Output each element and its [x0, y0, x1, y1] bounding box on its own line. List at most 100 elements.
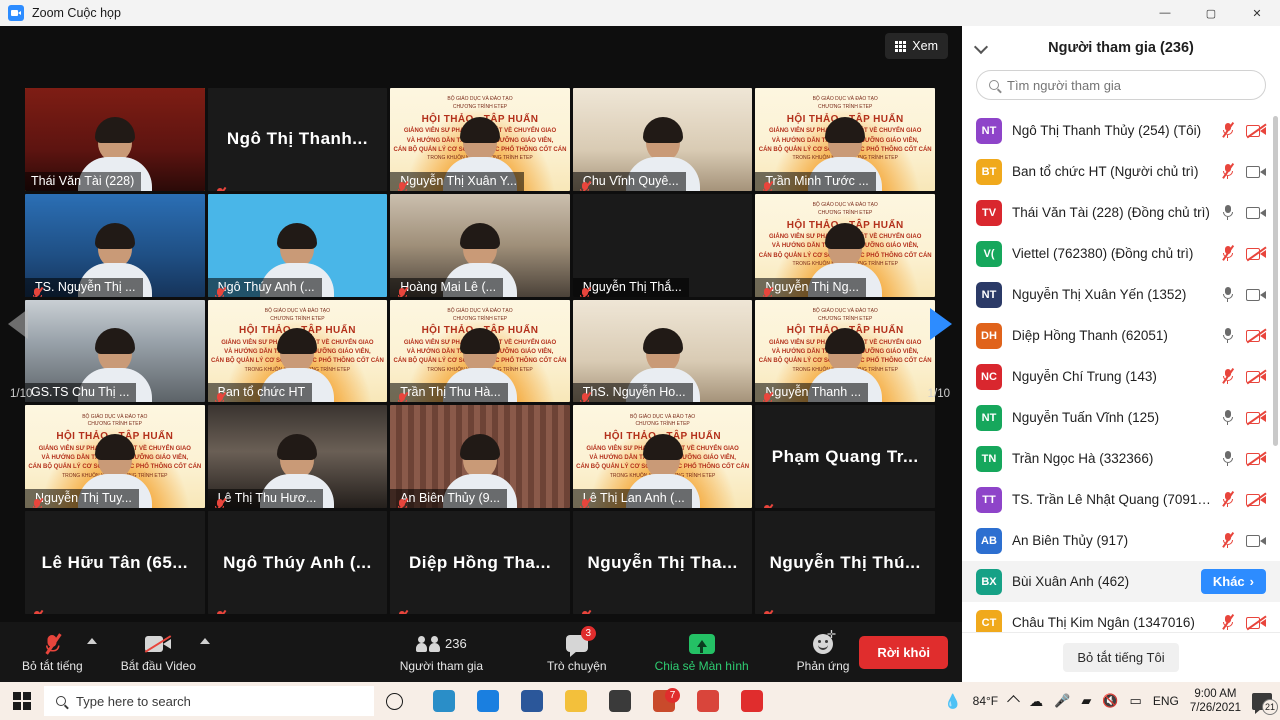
mail-icon[interactable]: 7	[644, 682, 684, 720]
chevron-up-icon[interactable]	[1007, 694, 1021, 708]
camera-off-icon[interactable]	[1246, 451, 1267, 466]
video-tile[interactable]: GS.TS Chu Thị ...	[25, 299, 205, 403]
maximize-button[interactable]: ▢	[1188, 0, 1234, 26]
microphone-icon[interactable]	[1221, 287, 1234, 302]
participant-row[interactable]: TT TS. Trần Lê Nhật Quang (709100)	[962, 479, 1280, 520]
video-options-caret-icon[interactable]	[199, 638, 210, 644]
video-tile[interactable]: BỘ GIÁO DỤC VÀ ĐÀO TẠO CHƯƠNG TRÌNH ETEP H…	[390, 88, 570, 191]
camera-icon[interactable]	[1246, 206, 1266, 220]
video-tile[interactable]: Ngô Thúy Anh (...	[207, 193, 388, 297]
participant-row[interactable]: CT Châu Thị Kim Ngân (1347016)	[962, 602, 1280, 632]
video-tile[interactable]: ThS. Nguyễn Ho...	[572, 299, 753, 403]
camera-off-icon[interactable]	[1246, 328, 1267, 343]
video-tile[interactable]: Lê Hữu Tân (65...	[25, 511, 205, 614]
video-tile[interactable]: BỘ GIÁO DỤC VÀ ĐÀO TẠO CHƯƠNG TRÌNH ETEP H…	[390, 299, 570, 403]
participant-row[interactable]: TV Thái Văn Tài (228) (Đồng chủ trì)	[962, 192, 1280, 233]
camera-icon[interactable]	[1246, 534, 1266, 548]
microphone-icon[interactable]	[1221, 410, 1234, 425]
participant-row[interactable]: TN Trần Ngọc Hà (332366)	[962, 438, 1280, 479]
participant-search[interactable]	[976, 70, 1266, 100]
microphone-icon[interactable]	[1221, 451, 1234, 466]
microphone-muted-icon[interactable]	[1221, 613, 1234, 630]
minimize-button[interactable]: —	[1142, 0, 1188, 26]
participant-row[interactable]: AB An Biên Thủy (917)	[962, 520, 1280, 561]
search-input[interactable]	[1007, 77, 1253, 93]
microphone-muted-icon[interactable]	[1221, 244, 1234, 261]
next-page-arrow[interactable]	[930, 308, 952, 340]
video-tile[interactable]: BỘ GIÁO DỤC VÀ ĐÀO TẠO CHƯƠNG TRÌNH ETEP H…	[755, 193, 935, 297]
video-tile[interactable]: Thái Văn Tài (228)	[25, 88, 205, 191]
video-tile[interactable]: BỘ GIÁO DỤC VÀ ĐÀO TẠO CHƯƠNG TRÌNH ETEP H…	[755, 299, 935, 403]
edge-icon[interactable]	[424, 682, 464, 720]
video-tile[interactable]: BỘ GIÁO DỤC VÀ ĐÀO TẠO CHƯƠNG TRÌNH ETEP H…	[755, 88, 935, 191]
volume-muted-icon[interactable]: 🔇	[1102, 693, 1118, 709]
camera-off-icon[interactable]	[1246, 492, 1267, 507]
video-tile[interactable]: Ngô Thúy Anh (...	[207, 511, 388, 614]
participant-row[interactable]: V(Viettel (762380) (Đồng chủ trì)	[962, 233, 1280, 274]
start-button[interactable]	[0, 692, 44, 710]
cortana-circle-icon[interactable]	[374, 682, 414, 720]
video-tile[interactable]: Nguyễn Thị Tha...	[572, 511, 753, 614]
more-actions-button[interactable]: Khác ›	[1200, 569, 1266, 594]
microphone-muted-icon[interactable]	[1221, 121, 1234, 138]
action-center-icon[interactable]: 21	[1252, 692, 1278, 715]
zoom-taskbar-icon[interactable]	[732, 682, 772, 720]
taskbar-clock[interactable]: 9:00 AM 7/26/2021	[1190, 687, 1241, 715]
microphone-muted-icon[interactable]	[1221, 531, 1234, 548]
participant-row[interactable]: NC Nguyễn Chí Trung (143)	[962, 356, 1280, 397]
microphone-muted-icon[interactable]	[1221, 367, 1234, 384]
camera-off-icon[interactable]	[1246, 369, 1267, 384]
video-tile[interactable]: Diệp Hồng Tha...	[390, 511, 570, 614]
battery-icon[interactable]: ▭	[1130, 693, 1142, 709]
participant-row[interactable]: NT Ngô Thị Thanh Thủy (254) (Tôi)	[962, 110, 1280, 151]
video-tile[interactable]: Phạm Quang Tr...	[755, 405, 935, 509]
start-video-button[interactable]: Bắt đầu Video	[111, 622, 210, 682]
video-tile[interactable]: Hoàng Mai Lê (...	[390, 193, 570, 297]
language-indicator[interactable]: ENG	[1153, 694, 1179, 708]
reactions-button[interactable]: ✛ Phản ứng	[787, 622, 860, 682]
participant-row[interactable]: NT Nguyễn Tuấn Vĩnh (125)	[962, 397, 1280, 438]
camera-off-icon[interactable]	[1246, 246, 1267, 261]
camera-off-icon[interactable]	[1246, 123, 1267, 138]
participant-row[interactable]: NT Nguyễn Thị Xuân Yến (1352)	[962, 274, 1280, 315]
share-screen-button[interactable]: Chia sẻ Màn hình	[645, 622, 759, 682]
video-tile[interactable]: BỘ GIÁO DỤC VÀ ĐÀO TẠO CHƯƠNG TRÌNH ETEP H…	[25, 405, 205, 509]
participant-row[interactable]: BX Bùi Xuân Anh (462) Khác ›	[962, 561, 1280, 602]
participant-list-scrollbar[interactable]	[1273, 116, 1278, 446]
view-button[interactable]: Xem	[885, 33, 948, 59]
video-tile[interactable]: TS. Nguyễn Thị ...	[25, 193, 205, 297]
video-tile[interactable]: Ngô Thị Thanh...	[207, 88, 388, 191]
zalo-icon[interactable]	[468, 682, 508, 720]
video-tile[interactable]: Nguyễn Thị Thú...	[755, 511, 935, 614]
participant-row[interactable]: DH Diệp Hồng Thanh (62051)	[962, 315, 1280, 356]
participant-row[interactable]: BT Ban tổ chức HT (Người chủ trì)	[962, 151, 1280, 192]
audio-options-caret-icon[interactable]	[86, 638, 97, 644]
prev-page-arrow[interactable]	[8, 309, 28, 339]
explorer-icon[interactable]	[556, 682, 596, 720]
taskbar-search[interactable]: Type here to search	[44, 686, 374, 716]
camera-icon[interactable]	[1246, 165, 1266, 179]
store-icon[interactable]	[600, 682, 640, 720]
video-tile[interactable]: Lê Thị Thu Hươ...	[207, 405, 388, 509]
onedrive-icon[interactable]: ☁	[1029, 693, 1043, 710]
video-tile[interactable]: BỘ GIÁO DỤC VÀ ĐÀO TẠO CHƯƠNG TRÌNH ETEP H…	[207, 299, 388, 403]
participants-button[interactable]: 236 Người tham gia	[390, 622, 493, 682]
word-icon[interactable]	[512, 682, 552, 720]
wifi-icon[interactable]: ▰	[1081, 693, 1091, 709]
leave-button[interactable]: Rời khỏi	[859, 635, 948, 669]
microphone-muted-icon[interactable]	[1221, 162, 1234, 179]
chrome-icon[interactable]	[688, 682, 728, 720]
video-tile[interactable]: Nguyễn Thị Thắ...	[572, 193, 753, 297]
camera-off-icon[interactable]	[1246, 410, 1267, 425]
video-tile[interactable]: BỘ GIÁO DỤC VÀ ĐÀO TẠO CHƯƠNG TRÌNH ETEP H…	[572, 405, 753, 509]
camera-icon[interactable]	[1246, 288, 1266, 302]
video-tile[interactable]: An Biên Thủy (9...	[390, 405, 570, 509]
video-tile[interactable]: Chu Vĩnh Quyê...	[572, 88, 753, 191]
microphone-icon[interactable]	[1221, 205, 1234, 220]
mute-button[interactable]: Bỏ tắt tiếng	[12, 622, 97, 682]
chat-button[interactable]: 3 Trò chuyện	[537, 622, 617, 682]
usb-icon[interactable]: 🎤	[1054, 693, 1070, 709]
camera-off-icon[interactable]	[1246, 615, 1267, 630]
close-button[interactable]: ✕	[1234, 0, 1280, 26]
unmute-me-button[interactable]: Bỏ tắt tiếng Tôi	[1063, 643, 1179, 672]
